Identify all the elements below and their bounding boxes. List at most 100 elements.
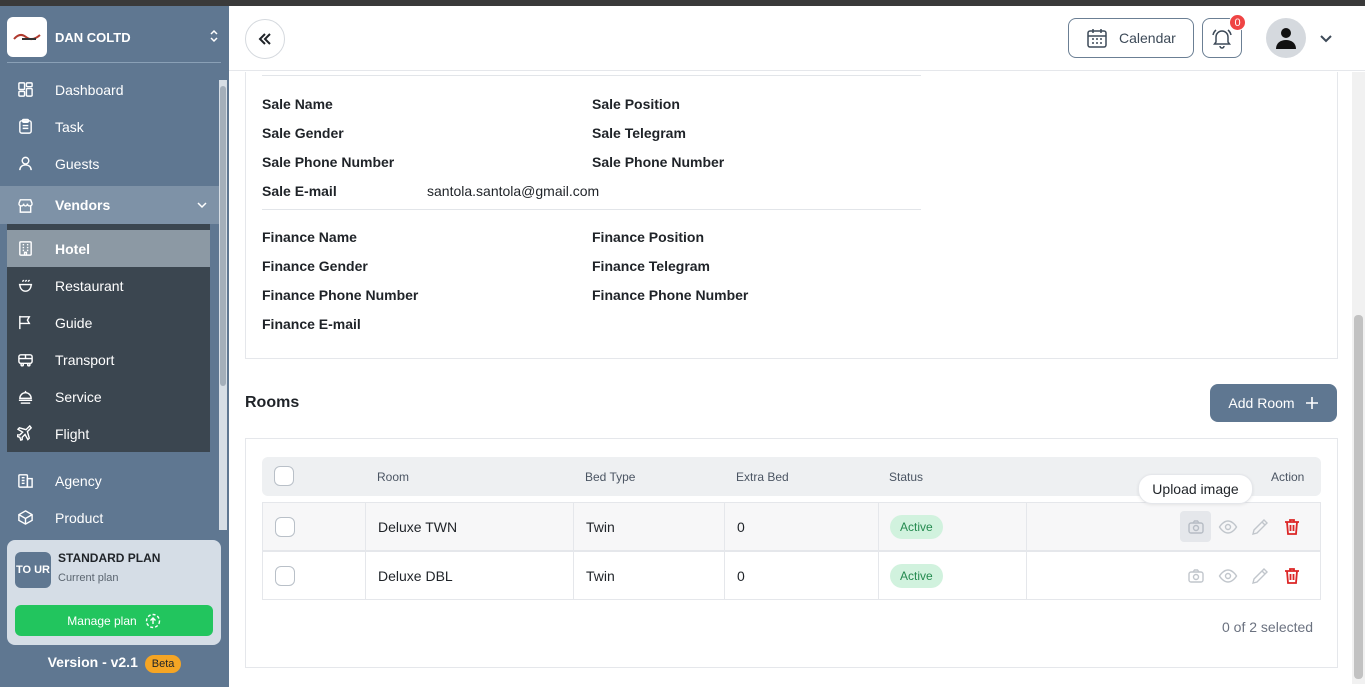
version-info: Version - v2.1 Beta	[0, 654, 229, 673]
select-all-checkbox[interactable]	[274, 466, 294, 486]
finance-position-label: Finance Position	[592, 229, 705, 245]
sidebar-item-dashboard[interactable]: Dashboard	[0, 71, 221, 108]
column-header-status: Status	[889, 470, 924, 484]
sidebar-item-agency[interactable]: Agency	[0, 462, 221, 499]
plan-subtitle: Current plan	[58, 572, 119, 584]
sidebar-item-label: Task	[55, 118, 84, 135]
status-badge: Active	[890, 515, 943, 539]
notifications-button[interactable]: 0	[1202, 14, 1246, 58]
page-scrollbar[interactable]	[1352, 72, 1365, 684]
store-icon	[16, 196, 34, 214]
finance-telegram-label: Finance Telegram	[592, 258, 711, 274]
upload-image-button[interactable]	[1184, 564, 1208, 588]
agency-icon	[16, 472, 34, 490]
column-divider	[878, 552, 879, 599]
column-header-action: Action	[1271, 470, 1305, 484]
sidebar-item-label: Service	[55, 388, 102, 405]
collapse-sidebar-button[interactable]	[245, 19, 285, 59]
delete-button[interactable]	[1280, 515, 1304, 539]
sidebar-scroll-thumb[interactable]	[220, 86, 226, 386]
dashboard-icon	[16, 81, 34, 99]
column-divider	[878, 503, 879, 550]
sale-email-value: santola.santola@gmail.com	[427, 183, 600, 199]
sidebar-item-label: Guide	[55, 314, 93, 331]
status-badge: Active	[890, 564, 943, 588]
service-icon	[16, 388, 34, 406]
selection-count: 0 of 2 selected	[1222, 619, 1314, 635]
sidebar-item-guide[interactable]: Guide	[7, 304, 210, 341]
sale-phone-label: Sale Phone Number	[262, 154, 395, 170]
sidebar-item-product[interactable]: Product	[0, 499, 221, 536]
plus-icon	[1305, 397, 1318, 409]
finance-phone-label: Finance Phone Number	[262, 287, 419, 303]
column-divider	[1026, 503, 1027, 550]
finance-email-label: Finance E-mail	[262, 316, 361, 332]
column-divider	[573, 503, 574, 550]
sidebar-item-flight[interactable]: Flight	[7, 415, 210, 452]
sale-email-label: Sale E-mail	[262, 183, 337, 199]
company-name: DAN COLTD	[55, 29, 131, 45]
pencil-icon	[1252, 519, 1268, 535]
sidebar-item-hotel[interactable]: Hotel	[7, 230, 210, 267]
product-icon	[16, 509, 34, 527]
extra-bed: 0	[737, 519, 745, 535]
chevrons-left-icon	[258, 33, 271, 45]
sidebar-item-guests[interactable]: Guests	[0, 145, 221, 182]
column-divider	[724, 503, 725, 550]
building-icon	[16, 240, 34, 258]
bell-icon	[1212, 29, 1232, 49]
row-checkbox[interactable]	[275, 566, 295, 586]
sidebar-item-label: Product	[55, 509, 104, 526]
row-checkbox[interactable]	[275, 517, 295, 537]
plan-card: TO UR STANDARD PLAN Current plan Manage …	[7, 540, 221, 645]
calendar-label: Calendar	[1119, 30, 1176, 46]
view-button[interactable]	[1216, 564, 1240, 588]
chevron-down-icon	[197, 202, 207, 209]
sidebar-item-transport[interactable]: Transport	[7, 341, 210, 378]
plane-icon	[16, 425, 34, 443]
delete-button[interactable]	[1280, 564, 1304, 588]
user-avatar[interactable]	[1266, 18, 1306, 58]
column-divider	[1026, 552, 1027, 599]
column-divider	[724, 552, 725, 599]
table-row[interactable]: Deluxe DBL Twin 0 Active	[262, 551, 1321, 600]
beta-badge: Beta	[144, 655, 182, 673]
upload-image-button[interactable]	[1180, 511, 1211, 542]
chevron-down-icon[interactable]	[1317, 30, 1335, 48]
sale-phone-label-2: Sale Phone Number	[592, 154, 725, 170]
table-row[interactable]: Deluxe TWN Twin 0 Active	[262, 502, 1321, 551]
camera-icon	[1187, 519, 1204, 534]
sidebar-item-service[interactable]: Service	[7, 378, 210, 415]
sidebar-group-vendors[interactable]: Vendors	[0, 186, 221, 224]
manage-plan-button[interactable]: Manage plan	[15, 605, 213, 636]
company-logo	[7, 17, 47, 57]
finance-phone-label-2: Finance Phone Number	[592, 287, 749, 303]
add-room-label: Add Room	[1228, 395, 1295, 411]
divider	[262, 75, 921, 76]
page-scroll-thumb[interactable]	[1354, 315, 1363, 679]
sidebar-scrollbar[interactable]	[219, 80, 227, 530]
version-label: Version - v2.1	[47, 654, 138, 670]
top-header: Calendar 0	[229, 6, 1365, 71]
column-header-room: Room	[377, 470, 410, 484]
sidebar-item-restaurant[interactable]: Restaurant	[7, 267, 210, 304]
plan-name: STANDARD PLAN	[58, 551, 161, 565]
sidebar-item-task[interactable]: Task	[0, 108, 221, 145]
edit-button[interactable]	[1248, 564, 1272, 588]
view-button[interactable]	[1216, 515, 1240, 539]
bed-type: Twin	[586, 519, 615, 535]
sidebar-nav: Dashboard Task Guests Vendors Hotel Rest…	[0, 71, 221, 536]
column-divider	[365, 552, 366, 599]
user-icon	[16, 155, 34, 173]
eye-icon	[1218, 569, 1238, 583]
sidebar-item-label: Restaurant	[55, 277, 124, 294]
column-divider	[573, 552, 574, 599]
room-name: Deluxe DBL	[378, 568, 453, 584]
column-divider	[365, 503, 366, 550]
extra-bed: 0	[737, 568, 745, 584]
company-switcher[interactable]: DAN COLTD	[7, 14, 221, 60]
calendar-button[interactable]: Calendar	[1068, 18, 1194, 58]
add-room-button[interactable]: Add Room	[1210, 384, 1337, 422]
notification-count-badge: 0	[1229, 14, 1246, 31]
edit-button[interactable]	[1248, 515, 1272, 539]
